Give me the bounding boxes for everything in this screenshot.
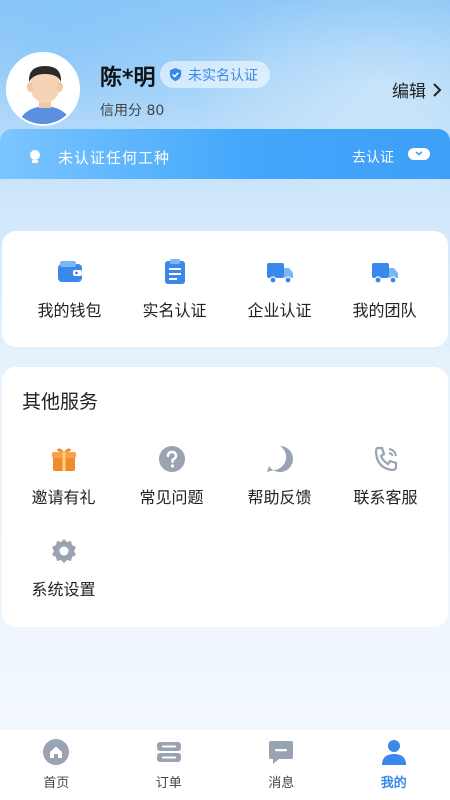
gear-icon <box>51 539 76 563</box>
edit-label: 编辑 <box>392 82 426 102</box>
bottom-tab-bar: 首页 订单 消息 我的 <box>0 730 450 800</box>
lightbulb-icon <box>30 150 40 163</box>
service-invite[interactable]: 邀请有礼 <box>11 445 116 508</box>
service-label: 系统设置 <box>31 580 96 599</box>
quick-action-realname[interactable]: 实名认证 <box>122 258 227 321</box>
arrow-pill-icon <box>408 148 430 160</box>
quick-action-label: 企业认证 <box>247 301 312 320</box>
tab-messages[interactable]: 消息 <box>225 730 338 800</box>
avatar[interactable] <box>6 52 80 126</box>
question-icon <box>158 446 185 472</box>
auth-banner-text: 未认证任何工种 <box>58 149 171 167</box>
service-settings[interactable]: 系统设置 <box>11 537 116 600</box>
section-title: 其他服务 <box>22 391 99 413</box>
quick-action-label: 我的团队 <box>352 301 417 320</box>
service-faq[interactable]: 常见问题 <box>119 445 224 508</box>
verify-status-label: 未实名认证 <box>188 67 258 84</box>
clipboard-icon <box>164 259 185 284</box>
auth-banner[interactable]: 未认证任何工种 去认证 <box>0 129 450 179</box>
truck-icon <box>266 263 293 284</box>
other-services-card: 其他服务 邀请有礼 常见问题 帮助反馈 联系客服 系统设置 <box>2 367 448 627</box>
tab-label: 首页 <box>43 776 70 791</box>
tab-label: 我的 <box>380 776 407 791</box>
verify-status-badge[interactable]: 未实名认证 <box>160 61 270 88</box>
tab-mine[interactable]: 我的 <box>338 730 450 800</box>
user-name: 陈*明 <box>100 66 156 91</box>
quick-action-team[interactable]: 我的团队 <box>332 258 437 321</box>
service-label: 邀请有礼 <box>31 488 96 507</box>
quick-action-enterprise[interactable]: 企业认证 <box>227 258 332 321</box>
order-icon <box>156 742 181 762</box>
service-contact[interactable]: 联系客服 <box>333 445 438 508</box>
service-label: 常见问题 <box>139 488 204 507</box>
tab-home[interactable]: 首页 <box>0 730 113 800</box>
home-icon <box>43 739 70 765</box>
shield-check-icon <box>169 67 182 82</box>
message-icon <box>269 741 294 764</box>
quick-action-label: 我的钱包 <box>37 301 102 320</box>
quick-action-label: 实名认证 <box>142 301 207 320</box>
user-icon <box>381 740 406 765</box>
quick-actions-card: 我的钱包 实名认证 企业认证 我的团队 <box>2 231 448 347</box>
feedback-icon <box>266 446 293 472</box>
credit-score: 信用分 80 <box>100 103 165 119</box>
gift-icon <box>51 448 76 471</box>
quick-action-wallet[interactable]: 我的钱包 <box>17 258 122 321</box>
service-label: 联系客服 <box>353 488 418 507</box>
tab-label: 消息 <box>268 776 295 791</box>
tab-label: 订单 <box>155 776 182 791</box>
tab-orders[interactable]: 订单 <box>113 730 226 800</box>
wallet-icon <box>57 261 82 282</box>
service-feedback[interactable]: 帮助反馈 <box>227 445 332 508</box>
edit-profile-button[interactable]: 编辑 <box>392 77 442 102</box>
auth-banner-cta[interactable]: 去认证 <box>352 147 394 167</box>
truck-icon <box>371 263 398 284</box>
service-label: 帮助反馈 <box>247 488 312 507</box>
phone-icon <box>374 446 397 472</box>
chevron-right-icon <box>433 82 442 97</box>
header-background <box>0 0 450 240</box>
